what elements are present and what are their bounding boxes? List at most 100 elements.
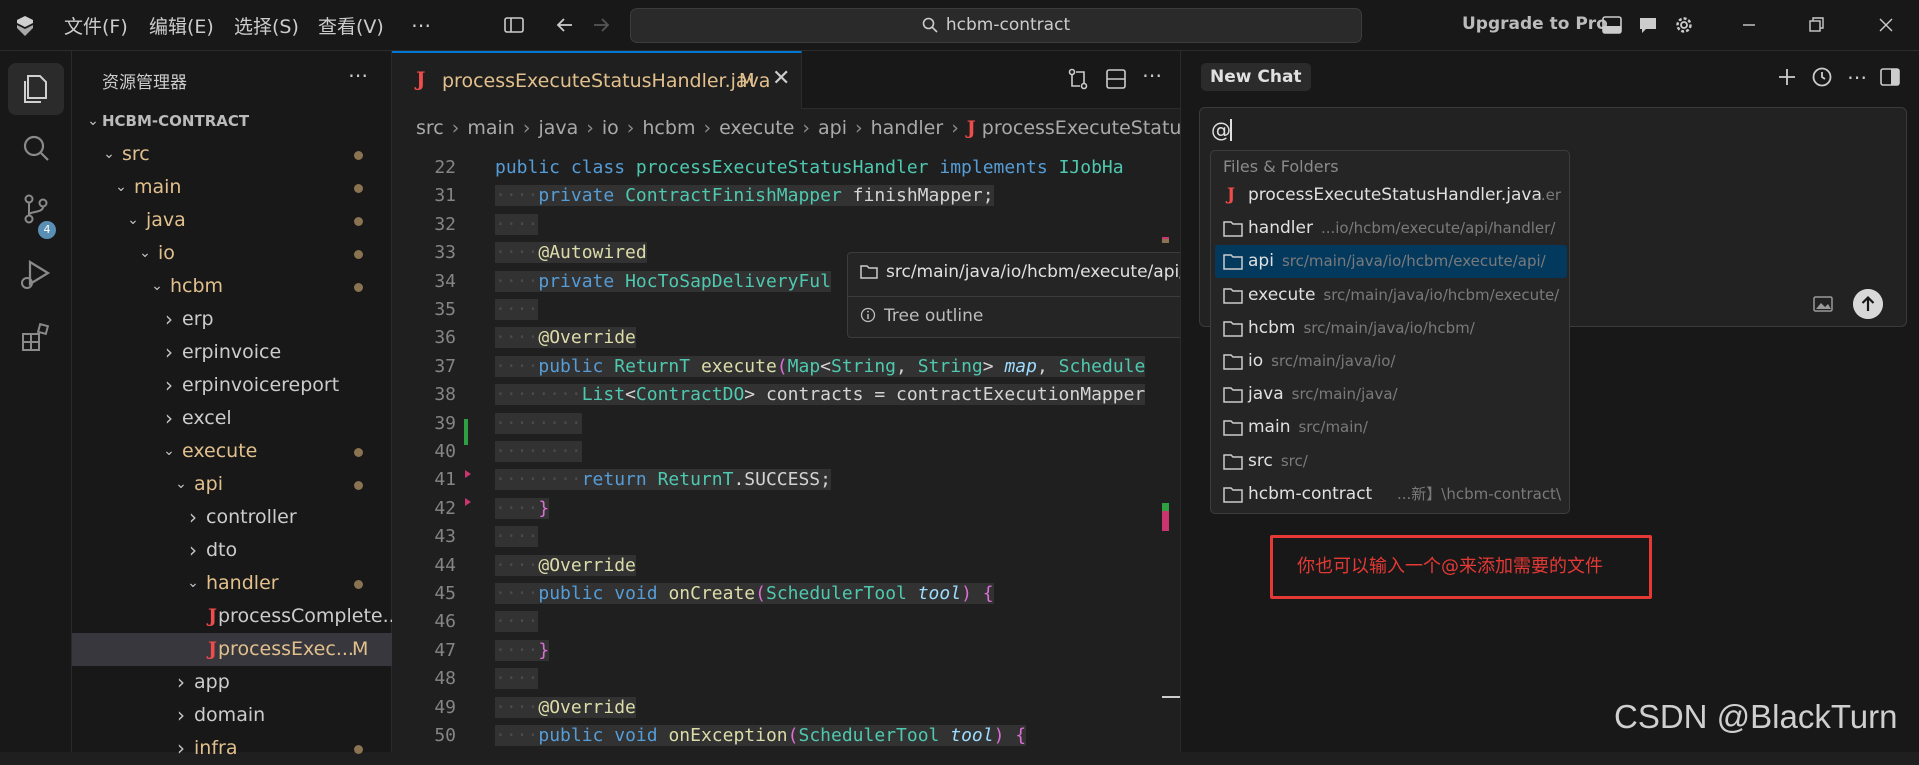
tree-folder-item[interactable]: ⌄ src: [72, 138, 392, 171]
new-chat-tab[interactable]: New Chat: [1201, 63, 1311, 91]
code-line[interactable]: 32 ····: [392, 211, 1180, 239]
code-line[interactable]: 42 ····}: [392, 495, 1180, 523]
tree-folder-item[interactable]: › erp: [72, 303, 392, 336]
chat-more-icon[interactable]: ⋯: [1845, 65, 1869, 89]
code-line[interactable]: 43 ····: [392, 523, 1180, 551]
forward-arrow-icon[interactable]: [590, 14, 612, 36]
breadcrumb-item[interactable]: api: [818, 117, 847, 139]
tree-file-item[interactable]: JprocessExec... M: [72, 633, 392, 666]
tree-folder-item[interactable]: ⌄ api: [72, 468, 392, 501]
explorer-files-icon[interactable]: [18, 71, 54, 107]
attach-image-icon[interactable]: [1812, 294, 1834, 314]
code-line[interactable]: 39 ········: [392, 410, 1180, 438]
tree-folder-item[interactable]: › domain: [72, 699, 392, 732]
toggle-chat-panel-icon[interactable]: [1878, 65, 1902, 89]
more-menu-icon[interactable]: ⋯: [410, 14, 432, 36]
search-sidebar-icon[interactable]: [18, 131, 54, 167]
hover-path-row[interactable]: src/main/java/io/hcbm/execute/api/: [860, 262, 1185, 282]
menu-view[interactable]: 查看(V): [318, 12, 384, 39]
code-line[interactable]: 40 ········: [392, 438, 1180, 466]
gear-icon[interactable]: [1673, 14, 1695, 36]
editor-more-icon[interactable]: ⋯: [1142, 63, 1162, 87]
code-line[interactable]: 31 ····private ContractFinishMapper finis…: [392, 182, 1180, 210]
plus-icon[interactable]: [1775, 65, 1799, 89]
restore-icon[interactable]: [1805, 14, 1827, 36]
tree-folder-item[interactable]: ⌄ java: [72, 204, 392, 237]
code-line[interactable]: 46 ····: [392, 608, 1180, 636]
code-line[interactable]: 50 ····public void onException(SchedulerT…: [392, 722, 1180, 750]
back-arrow-icon[interactable]: [554, 14, 576, 36]
tree-item-label: src: [122, 143, 150, 165]
breadcrumb-item[interactable]: io: [602, 117, 619, 139]
menu-file[interactable]: 文件(F): [64, 12, 128, 39]
tree-folder-item[interactable]: › excel: [72, 402, 392, 435]
file-suggestion-item[interactable]: src src/: [1215, 445, 1567, 478]
breadcrumb-item[interactable]: hcbm: [642, 117, 695, 139]
file-suggestion-item[interactable]: execute src/main/java/io/hcbm/execute/: [1215, 279, 1567, 312]
tree-folder-item[interactable]: ⌄ handler: [72, 567, 392, 600]
tree-folder-item[interactable]: › controller: [72, 501, 392, 534]
code-line[interactable]: 44 ····@Override: [392, 552, 1180, 580]
file-suggestion-item[interactable]: hcbm-contract ...新】\hcbm-contract\: [1215, 478, 1567, 511]
file-suggestion-item[interactable]: io src/main/java/io/: [1215, 345, 1567, 378]
code-line[interactable]: 47 ····}: [392, 637, 1180, 665]
code-area[interactable]: 22 public class processExecuteStatusHandl…: [392, 154, 1180, 752]
tab-process-execute-status-handler[interactable]: J processExecuteStatusHandler.java M ✕: [392, 51, 802, 109]
tree-file-item[interactable]: JprocessComplete...: [72, 600, 401, 633]
toggle-panel-icon[interactable]: [1601, 14, 1623, 36]
chat-bubble-icon[interactable]: [1637, 14, 1659, 36]
minimize-icon[interactable]: [1738, 14, 1760, 36]
tree-folder-item[interactable]: › dto: [72, 534, 392, 567]
modified-dot: [354, 250, 363, 259]
file-suggestion-item[interactable]: JprocessExecuteStatusHandler.java ...er: [1215, 179, 1567, 212]
code-editor: J processExecuteStatusHandler.java M ✕ ⋯…: [392, 51, 1180, 752]
tree-outline-row[interactable]: Tree outline: [860, 306, 983, 326]
tree-folder-item[interactable]: › erpinvoicereport: [72, 369, 392, 402]
tree-folder-item[interactable]: › infra: [72, 732, 392, 765]
code-line[interactable]: 38 ········List<ContractDO> contracts = c…: [392, 381, 1180, 409]
run-debug-icon[interactable]: [18, 256, 54, 292]
code-line[interactable]: 41 ········return ReturnT.SUCCESS;: [392, 466, 1180, 494]
file-suggestion-item[interactable]: api src/main/java/io/hcbm/execute/api/: [1215, 245, 1567, 279]
menu-selection[interactable]: 选择(S): [234, 12, 299, 39]
breadcrumb-item[interactable]: processExecuteStatusHan: [982, 117, 1180, 139]
file-suggestion-item[interactable]: main src/main/: [1215, 411, 1567, 444]
folder-icon: [1223, 221, 1243, 237]
file-suggestion-item[interactable]: hcbm src/main/java/io/hcbm/: [1215, 312, 1567, 345]
upgrade-to-pro-link[interactable]: Upgrade to Pro: [1462, 14, 1608, 34]
tree-folder-item[interactable]: ⌄ io: [72, 237, 392, 270]
breadcrumb-item[interactable]: main: [467, 117, 514, 139]
code-line[interactable]: 45 ····public void onCreate(SchedulerTool…: [392, 580, 1180, 608]
breadcrumb-item[interactable]: handler: [871, 117, 944, 139]
menu-edit[interactable]: 编辑(E): [149, 12, 214, 39]
send-button[interactable]: [1853, 289, 1883, 319]
close-window-icon[interactable]: [1875, 14, 1897, 36]
tree-folder-item[interactable]: › app: [72, 666, 392, 699]
suggestion-name: io: [1248, 351, 1264, 371]
suggestion-path: src/main/: [1298, 418, 1368, 437]
file-suggestion-item[interactable]: java src/main/java/: [1215, 378, 1567, 411]
tree-folder-item[interactable]: ⌄ execute: [72, 435, 392, 468]
compare-changes-icon[interactable]: [1066, 67, 1090, 91]
code-line[interactable]: 49 ····@Override: [392, 694, 1180, 722]
tree-folder-item[interactable]: ⌄ hcbm: [72, 270, 392, 303]
toggle-sidebar-icon[interactable]: [503, 14, 525, 36]
breadcrumb-item[interactable]: execute: [719, 117, 794, 139]
close-tab-icon[interactable]: ✕: [772, 66, 790, 91]
tree-root[interactable]: ⌄ HCBM-CONTRACT: [72, 105, 392, 138]
tree-item-label: hcbm: [170, 275, 224, 297]
code-line[interactable]: 48 ····: [392, 665, 1180, 693]
code-line[interactable]: 37 ····public ReturnT execute(Map<String,…: [392, 353, 1180, 381]
breadcrumb-item[interactable]: java: [538, 117, 578, 139]
file-suggestion-item[interactable]: handler ...io/hcbm/execute/api/handler/: [1215, 212, 1567, 245]
tree-folder-item[interactable]: › erpinvoice: [72, 336, 392, 369]
tree-folder-item[interactable]: ⌄ main: [72, 171, 392, 204]
split-editor-icon[interactable]: [1104, 67, 1128, 91]
command-search-bar[interactable]: hcbm-contract: [630, 8, 1362, 43]
explorer-more-icon[interactable]: ⋯: [348, 63, 368, 87]
extensions-icon[interactable]: [18, 319, 54, 355]
breadcrumb-item[interactable]: src: [416, 117, 444, 139]
history-icon[interactable]: [1810, 65, 1834, 89]
chevron-right-icon: ›: [177, 670, 185, 694]
code-line[interactable]: 22 public class processExecuteStatusHandl…: [392, 154, 1180, 182]
